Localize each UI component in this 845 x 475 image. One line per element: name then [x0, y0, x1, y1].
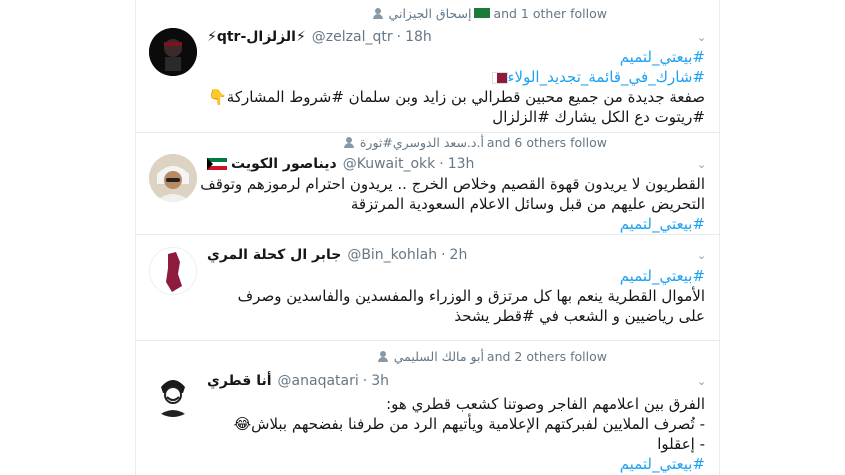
tweet-text: #بيعتي_لتميم الأموال القطرية ينعم بها كل… [238, 266, 705, 326]
chevron-down-icon[interactable]: ⌄ [697, 376, 707, 387]
user-handle[interactable]: @Kuwait_okk [343, 156, 436, 172]
saudi-flag-icon [474, 8, 491, 18]
tweet-line: القطريون لا يريدون قهوة القصيم وخلاص الخ… [200, 175, 705, 193]
tweet-header: جابر ال كحلة المري @Bin_kohlah · 2h [207, 245, 467, 265]
tweet[interactable]: جابر ال كحلة المري @Bin_kohlah · 2h ⌄ #ب… [136, 235, 719, 341]
social-context: أبو مالك السليمي and 2 others follow [377, 348, 607, 364]
tweet-line: التحريض عليهم من قبل وسائل الاعلام السعو… [350, 195, 705, 213]
timestamp[interactable]: 3h [371, 373, 389, 389]
chevron-down-icon[interactable]: ⌄ [697, 159, 707, 170]
tweet-header: ديناصور الكويت @Kuwait_okk · 13h [207, 154, 474, 174]
person-icon [343, 136, 354, 148]
tweet-line: على رياضيين و الشعب في #قطر يشحذ [454, 307, 705, 325]
social-context: إسحاق الجيزاني and 1 other follow [372, 5, 607, 21]
user-handle[interactable]: @anaqatari [278, 373, 359, 389]
separator-dot: · [362, 373, 368, 389]
hashtag[interactable]: #بيعتي_لتميم [238, 266, 705, 286]
display-name[interactable]: ديناصور الكويت [231, 156, 337, 172]
hashtag[interactable]: #بيعتي_لتميم [234, 454, 705, 474]
context-name[interactable]: إسحاق الجيزاني [389, 6, 472, 21]
person-icon [377, 350, 388, 362]
kuwait-flag-icon [207, 158, 227, 170]
user-handle[interactable]: @zelzal_qtr [312, 29, 393, 45]
timestamp[interactable]: 13h [448, 156, 475, 172]
avatar[interactable] [149, 247, 197, 295]
hashtag[interactable]: #شارك_في_قائمة_تجديد_الولاء [508, 68, 706, 86]
separator-dot: · [441, 247, 446, 263]
timestamp[interactable]: 18h [405, 29, 432, 45]
tweet-header: أنا قطري @anaqatari · 3h [207, 371, 389, 391]
separator-dot: · [439, 156, 444, 172]
tweet-line: #ريتوت دع الكل يشارك #الزلزال [492, 108, 705, 126]
person-icon [372, 7, 383, 19]
tweet-text: الفرق بين اعلامهم الفاجر وصوتنا كشعب قطر… [234, 394, 705, 474]
tweet-line: - تُصرف الملايين لفبركتهم الإعلامية ويأت… [233, 415, 705, 433]
context-suffix: and 2 others follow [486, 348, 607, 364]
user-handle[interactable]: @Bin_kohlah [347, 247, 437, 263]
tweet-text: #بيعتي_لتميم #شارك_في_قائمة_تجديد_الولاء… [208, 47, 705, 127]
avatar[interactable] [149, 369, 197, 417]
tweet-text: القطريون لا يريدون قهوة القصيم وخلاص الخ… [200, 174, 705, 234]
context-name[interactable]: أ.د.سعد الدوسري#ثورة [360, 135, 484, 150]
tweet[interactable]: إسحاق الجيزاني and 1 other follow ⚡qtr-ا… [136, 0, 719, 133]
display-name[interactable]: جابر ال كحلة المري [207, 247, 341, 263]
hashtag[interactable]: #بيعتي_لتميم [208, 47, 705, 67]
tweet[interactable]: أبو مالك السليمي and 2 others follow أنا… [136, 341, 719, 475]
display-name[interactable]: أنا قطري [207, 373, 272, 389]
context-name[interactable]: أبو مالك السليمي [394, 349, 484, 364]
display-name[interactable]: ⚡qtr-الزلزال⚡ [207, 29, 306, 45]
tweet-line: الفرق بين اعلامهم الفاجر وصوتنا كشعب قطر… [386, 395, 705, 413]
context-suffix: and 1 other follow [493, 5, 607, 21]
tweet-line: صفعة جديدة من جميع محبين قطرالي بن زايد … [208, 88, 705, 106]
qatar-flag-icon [491, 71, 508, 84]
tweet-line: الأموال القطرية ينعم بها كل مرتزق و الوز… [237, 287, 705, 305]
tweet-line: - إعقلوا [657, 435, 705, 453]
social-context: أ.د.سعد الدوسري#ثورة and 6 others follow [343, 134, 607, 150]
avatar[interactable] [149, 28, 197, 76]
tweet[interactable]: أ.د.سعد الدوسري#ثورة and 6 others follow… [136, 133, 719, 235]
chevron-down-icon[interactable]: ⌄ [697, 32, 707, 43]
timestamp[interactable]: 2h [450, 247, 468, 263]
chevron-down-icon[interactable]: ⌄ [697, 250, 707, 261]
timeline: إسحاق الجيزاني and 1 other follow ⚡qtr-ا… [135, 0, 720, 475]
separator-dot: · [396, 29, 402, 45]
hashtag[interactable]: #بيعتي_لتميم [200, 214, 705, 234]
avatar[interactable] [149, 154, 197, 202]
context-suffix: and 6 others follow [486, 134, 607, 150]
tweet-header: ⚡qtr-الزلزال⚡ @zelzal_qtr · 18h [207, 27, 432, 47]
